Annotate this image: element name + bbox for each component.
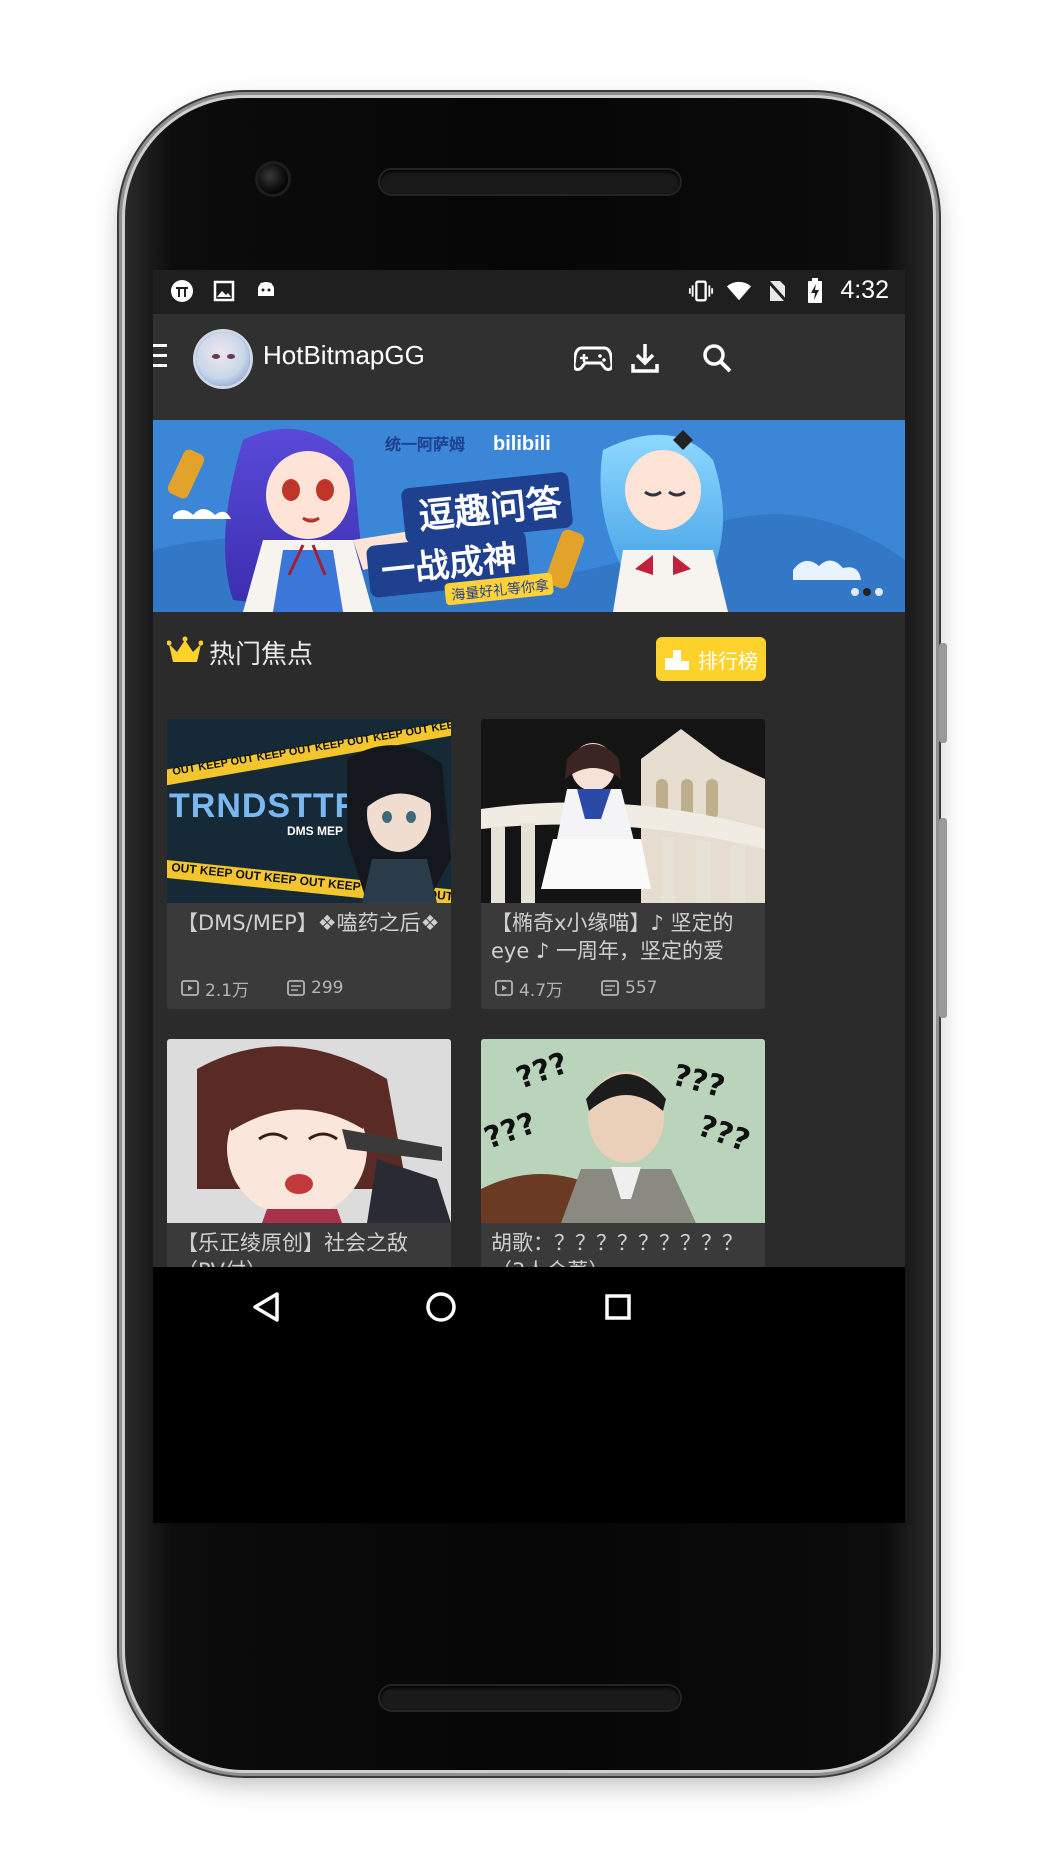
promo-banner[interactable]: 逗趣问答 一战成神 海量好礼等你拿 统一阿萨姆 bilibili bbox=[153, 420, 905, 612]
game-controller-icon[interactable] bbox=[573, 340, 613, 376]
volume-button bbox=[939, 818, 947, 1018]
android-icon bbox=[253, 278, 279, 304]
video-title: 【乐正绫原创】社会之敌（PV付） bbox=[177, 1231, 408, 1267]
app-toolbar: HotBitmapGG bbox=[153, 314, 905, 402]
pager-dot[interactable] bbox=[875, 588, 883, 596]
pager-dot[interactable] bbox=[851, 588, 859, 596]
video-thumbnail: ??? ??? ??? ??? bbox=[481, 1039, 765, 1223]
app-title: HotBitmapGG bbox=[263, 340, 425, 370]
no-sim-icon bbox=[764, 278, 790, 304]
earpiece-speaker bbox=[380, 170, 680, 194]
podium-icon bbox=[665, 650, 689, 670]
video-thumbnail bbox=[481, 719, 765, 903]
crown-icon bbox=[167, 636, 203, 662]
ranking-label: 排行榜 bbox=[698, 648, 758, 673]
danmaku-icon bbox=[601, 980, 619, 996]
view-count: 4.7万 bbox=[519, 980, 564, 1001]
image-icon bbox=[211, 278, 237, 304]
menu-icon[interactable] bbox=[153, 344, 167, 370]
thumb-title: TRNDSTTR bbox=[169, 787, 360, 825]
danmaku-count: 557 bbox=[625, 978, 658, 998]
video-card[interactable]: 【椭奇x小缘喵】♪ 坚定的eye ♪ 一周年，坚定的爱 4.7万 557 bbox=[481, 719, 765, 1009]
back-icon[interactable] bbox=[244, 1285, 288, 1329]
danmaku-count: 299 bbox=[311, 978, 344, 998]
banner-site: bilibili bbox=[493, 433, 551, 455]
front-camera bbox=[258, 164, 288, 194]
danmaku-icon bbox=[287, 980, 305, 996]
status-bar: 4:32 bbox=[153, 270, 905, 314]
screen: 4:32 HotBitmapGG 推荐 番剧 直播 关注 分区 发现 bbox=[153, 270, 905, 1523]
bottom-speaker bbox=[380, 1686, 680, 1710]
video-title: 胡歌：？？？？？？？？？（3人合著） bbox=[491, 1231, 743, 1267]
video-stats: 4.7万 557 bbox=[495, 977, 696, 1001]
search-icon[interactable] bbox=[697, 340, 737, 376]
video-thumbnail: OUT KEEP OUT KEEP OUT KEEP OUT KEEP OUT … bbox=[167, 719, 451, 903]
download-icon[interactable] bbox=[625, 340, 665, 376]
banner-brand: 统一阿萨姆 bbox=[385, 435, 465, 454]
avatar[interactable] bbox=[196, 332, 250, 386]
play-count-icon bbox=[495, 980, 513, 996]
app-pi-icon bbox=[169, 278, 195, 304]
play-count-icon bbox=[181, 980, 199, 996]
video-card[interactable]: 【乐正绫原创】社会之敌（PV付） bbox=[167, 1039, 451, 1267]
power-button bbox=[939, 643, 947, 743]
video-card[interactable]: OUT KEEP OUT KEEP OUT KEEP OUT KEEP OUT … bbox=[167, 719, 451, 1009]
hot-section-header: 热门焦点 排行榜 bbox=[153, 612, 905, 702]
vibrate-icon bbox=[688, 278, 714, 304]
section-title: 热门焦点 bbox=[209, 640, 314, 670]
system-nav-bar bbox=[153, 1267, 905, 1523]
recents-icon[interactable] bbox=[596, 1285, 640, 1329]
video-card[interactable]: ??? ??? ??? ??? 胡歌：？？？？？？？？？（3人合著） bbox=[481, 1039, 765, 1267]
video-thumbnail bbox=[167, 1039, 451, 1223]
home-icon[interactable] bbox=[419, 1285, 463, 1329]
video-title: 【椭奇x小缘喵】♪ 坚定的eye ♪ 一周年，坚定的爱 bbox=[491, 911, 734, 963]
wifi-icon bbox=[726, 278, 752, 304]
pager-dot-active[interactable] bbox=[863, 588, 871, 596]
battery-charging-icon bbox=[802, 277, 828, 304]
video-title: 【DMS/MEP】❖嗑药之后❖ bbox=[177, 911, 440, 935]
video-stats: 2.1万 299 bbox=[181, 977, 382, 1001]
view-count: 2.1万 bbox=[205, 980, 250, 1001]
thumb-subtitle: DMS MEP bbox=[287, 824, 343, 838]
content-area: 热门焦点 排行榜 OUT KEEP OUT KEEP OUT KEEP OUT … bbox=[153, 612, 905, 1267]
status-time: 4:32 bbox=[840, 276, 889, 304]
ranking-button[interactable]: 排行榜 bbox=[656, 637, 766, 681]
